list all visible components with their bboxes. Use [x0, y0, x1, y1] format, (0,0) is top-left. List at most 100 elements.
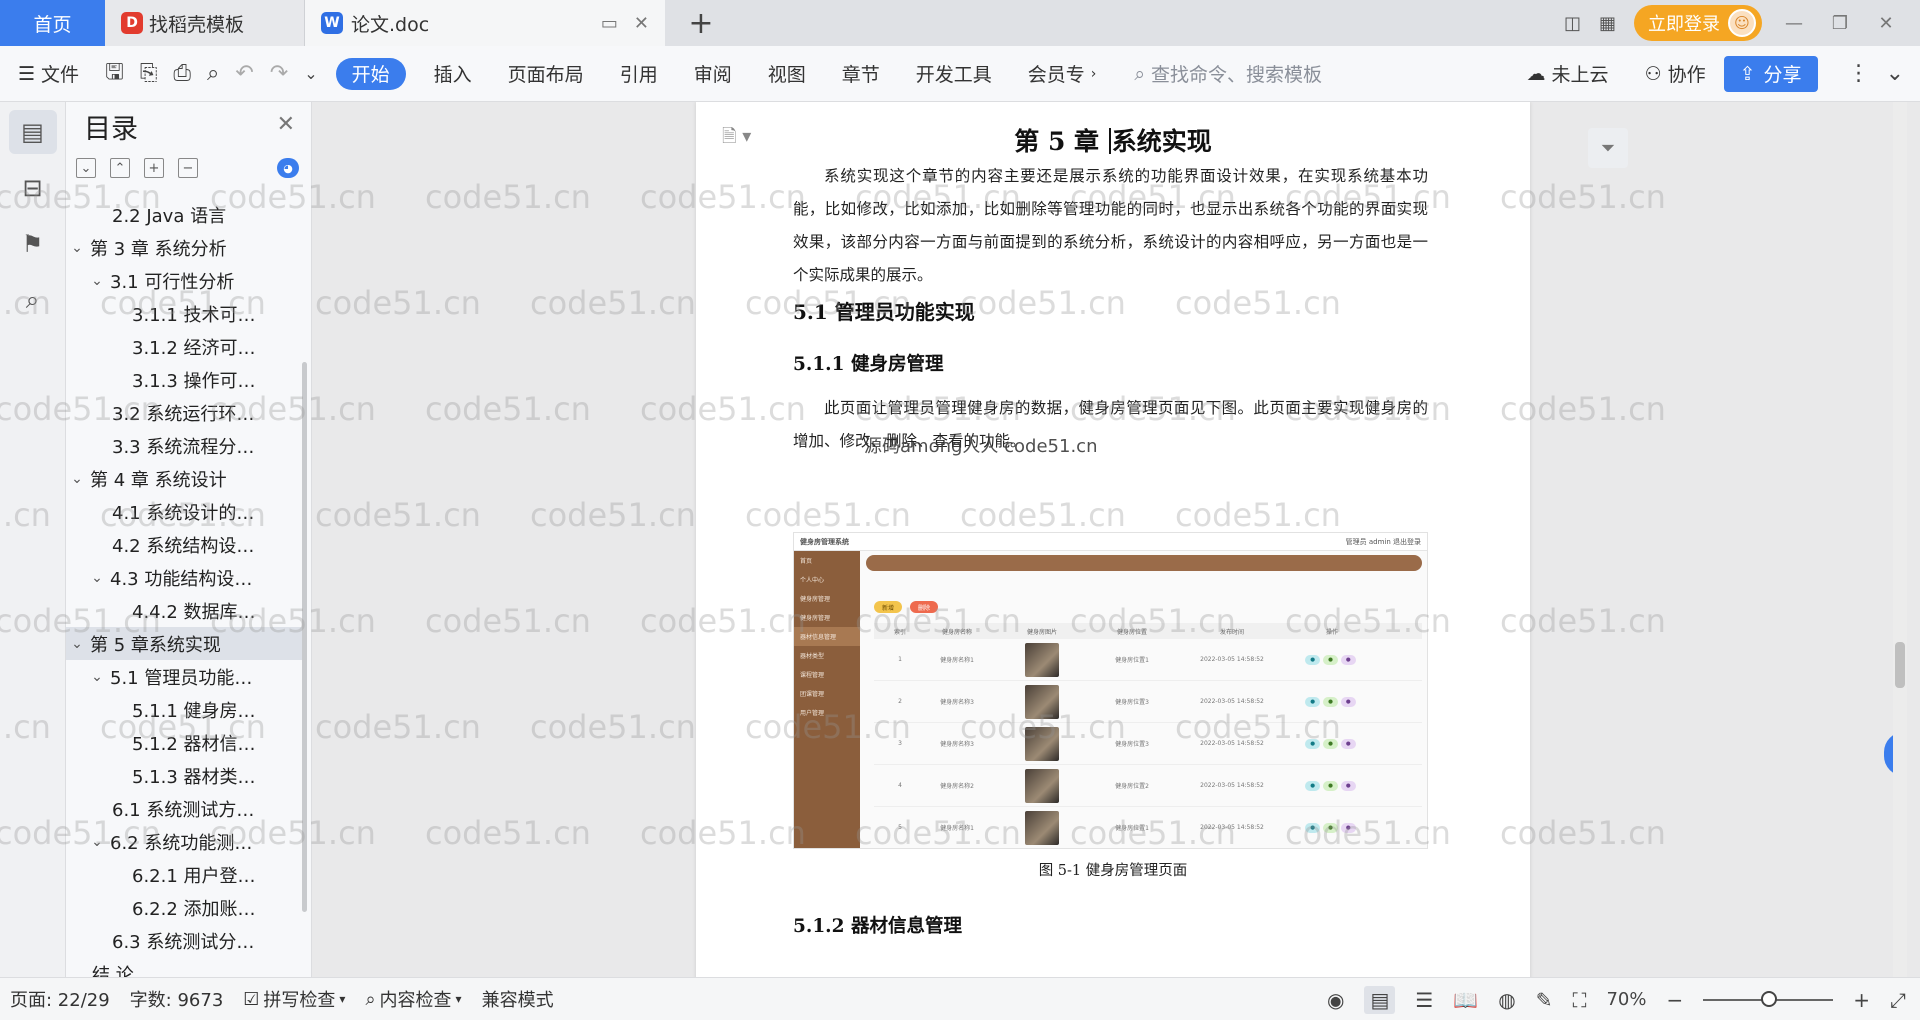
- tab-developer[interactable]: 开发工具: [898, 46, 1010, 102]
- document-area: 🗎 ▾ 第 5 章 系统实现 系统实现这个章节的内容主要还是展示系统的功能界面设…: [313, 102, 1907, 977]
- toc-item[interactable]: 3.3 系统流程分…: [66, 429, 306, 462]
- remove-heading-icon[interactable]: −: [178, 158, 198, 178]
- tab-review[interactable]: 审阅: [676, 46, 750, 102]
- toc-item[interactable]: ⌄ 6.2 系统功能测…: [66, 825, 306, 858]
- content-check[interactable]: ⌕ 内容检查 ▾: [355, 986, 471, 1012]
- zoom-out-icon[interactable]: −: [1666, 988, 1683, 1012]
- toc-item[interactable]: 5.1.3 器材类…: [66, 759, 306, 792]
- collab-button[interactable]: ⚇ 协作: [1627, 46, 1724, 102]
- tab-home[interactable]: 首页: [0, 0, 105, 46]
- layout-icon[interactable]: ◫: [1564, 13, 1581, 34]
- toc-item[interactable]: 6.1 系统测试方…: [66, 792, 306, 825]
- file-menu[interactable]: ☰ 文件: [0, 46, 97, 102]
- tab-page-layout[interactable]: 页面布局: [490, 46, 602, 102]
- close-window-icon[interactable]: ✕: [1872, 13, 1900, 34]
- toc-item[interactable]: 结 论: [66, 957, 306, 978]
- toc-item[interactable]: ⌄ 4.3 功能结构设…: [66, 561, 306, 594]
- bookmark-icon[interactable]: ⚑: [9, 222, 57, 266]
- toc-item[interactable]: 3.1.3 操作可…: [66, 363, 306, 396]
- find-icon[interactable]: ⌕: [9, 278, 57, 322]
- eye-protection-icon[interactable]: ◉: [1327, 988, 1344, 1012]
- toc-item[interactable]: 4.2 系统结构设…: [66, 528, 306, 561]
- toc-item[interactable]: ⌄ 3.1 可行性分析: [66, 264, 306, 297]
- screen-icon[interactable]: ▭: [601, 13, 618, 34]
- chevron-down-icon[interactable]: ⌄: [68, 471, 86, 487]
- reading-view-icon[interactable]: 📖: [1453, 988, 1478, 1012]
- zoom-in-icon[interactable]: +: [1853, 988, 1870, 1012]
- chevron-down-icon[interactable]: ⌄: [88, 834, 106, 850]
- zoom-slider[interactable]: [1703, 990, 1834, 1007]
- toc-item[interactable]: 3.1.2 经济可…: [66, 330, 306, 363]
- close-icon[interactable]: ✕: [277, 112, 295, 137]
- outline-view-icon[interactable]: ☰: [1415, 988, 1433, 1012]
- new-tab-button[interactable]: +: [681, 6, 721, 41]
- chevron-down-icon[interactable]: ⌄: [68, 240, 86, 256]
- tab-document[interactable]: W 论文.doc ▭ ✕: [305, 0, 665, 46]
- fit-page-icon[interactable]: ⛶: [1572, 988, 1586, 1012]
- minimize-icon[interactable]: —: [1780, 13, 1808, 34]
- page-view-icon[interactable]: ▤: [1364, 985, 1396, 1014]
- tab-template[interactable]: D 找稻壳模板: [105, 0, 305, 46]
- toc-item[interactable]: 3.1.1 技术可…: [66, 297, 306, 330]
- zoom-level[interactable]: 70%: [1606, 989, 1646, 1010]
- toc-item[interactable]: ⌄ 5.1 管理员功能…: [66, 660, 306, 693]
- toc-item[interactable]: 5.1.1 健身房…: [66, 693, 306, 726]
- tab-view[interactable]: 视图: [750, 46, 824, 102]
- print-preview-icon[interactable]: ⌕: [199, 61, 227, 86]
- more-icon[interactable]: ⋮: [1840, 61, 1878, 86]
- toc-item[interactable]: 2.2 Java 语言: [66, 198, 306, 231]
- toc-item[interactable]: ⌄ 第 4 章 系统设计: [66, 462, 306, 495]
- chevron-down-icon[interactable]: ⌄: [296, 64, 325, 83]
- cloud-status[interactable]: ☁ 未上云: [1509, 46, 1627, 102]
- close-tab-icon[interactable]: ✕: [634, 13, 649, 34]
- restore-icon[interactable]: ❐: [1826, 13, 1854, 34]
- chevron-down-icon[interactable]: ⌄: [68, 636, 86, 652]
- toc-icon[interactable]: ▤: [8, 110, 57, 154]
- toc-item[interactable]: 4.4.2 数据库…: [66, 594, 306, 627]
- toc-scrollbar[interactable]: [302, 362, 307, 912]
- toc-item[interactable]: ⌄ 第 3 章 系统分析: [66, 231, 306, 264]
- zoom-knob[interactable]: [1761, 990, 1778, 1007]
- tab-start[interactable]: 开始: [335, 57, 406, 90]
- grid-apps-icon[interactable]: ▦: [1599, 13, 1616, 34]
- collapse-all-icon[interactable]: ⌃: [110, 158, 130, 178]
- toc-item[interactable]: 3.2 系统运行环…: [66, 396, 306, 429]
- toc-item[interactable]: 4.1 系统设计的…: [66, 495, 306, 528]
- export-pdf-icon[interactable]: ⎘: [132, 61, 166, 86]
- tab-references[interactable]: 引用: [602, 46, 676, 102]
- tab-chapter[interactable]: 章节: [824, 46, 898, 102]
- chapter-nav-icon[interactable]: ⊟: [9, 166, 57, 210]
- chevron-down-icon[interactable]: ⌄: [88, 273, 106, 289]
- word-count[interactable]: 字数: 9673: [120, 986, 234, 1012]
- toc-item[interactable]: 6.2.1 用户登…: [66, 858, 306, 891]
- tab-member[interactable]: 会员专 ›: [1010, 46, 1115, 102]
- chapter-title: 系统实现: [1111, 127, 1212, 156]
- spell-check[interactable]: ☑ 拼写检查 ▾: [233, 986, 355, 1012]
- chevron-down-icon[interactable]: ⌄: [88, 570, 106, 586]
- tab-insert[interactable]: 插入: [416, 46, 490, 102]
- add-heading-icon[interactable]: +: [144, 158, 164, 178]
- collapse-ribbon-icon[interactable]: ⌄: [1878, 61, 1912, 86]
- toc-item[interactable]: 5.1.2 器材信…: [66, 726, 306, 759]
- document-page[interactable]: 🗎 ▾ 第 5 章 系统实现 系统实现这个章节的内容主要还是展示系统的功能界面设…: [696, 102, 1530, 977]
- page-count[interactable]: 页面: 22/29: [0, 986, 120, 1012]
- command-search[interactable]: ⌕ 查找命令、搜索模板: [1134, 60, 1322, 87]
- share-button[interactable]: ⇪ 分享: [1723, 55, 1818, 92]
- save-icon[interactable]: 🖫: [97, 55, 132, 93]
- fullscreen-icon[interactable]: ⤢: [1890, 988, 1906, 1012]
- print-icon[interactable]: ⎙: [165, 61, 199, 86]
- toc-item[interactable]: 6.2.2 添加账…: [66, 891, 306, 924]
- toc-item[interactable]: ⌄ 第 5 章系统实现: [66, 627, 306, 660]
- ai-assistant-icon[interactable]: ◕: [277, 158, 299, 178]
- redo-icon[interactable]: ↷: [262, 61, 296, 86]
- expand-all-icon[interactable]: ⌄: [76, 158, 96, 178]
- vertical-scrollbar[interactable]: [1893, 102, 1907, 977]
- login-button[interactable]: 立即登录 ☺: [1634, 5, 1762, 41]
- toc-item[interactable]: 6.3 系统测试分…: [66, 924, 306, 957]
- filter-tool-icon[interactable]: ⏷: [1588, 128, 1628, 168]
- write-mode-icon[interactable]: ✎: [1536, 988, 1553, 1012]
- chevron-down-icon[interactable]: ⌄: [88, 669, 106, 685]
- scroll-thumb[interactable]: [1895, 642, 1905, 688]
- web-view-icon[interactable]: ◍: [1498, 988, 1515, 1012]
- undo-icon[interactable]: ↶: [227, 61, 261, 86]
